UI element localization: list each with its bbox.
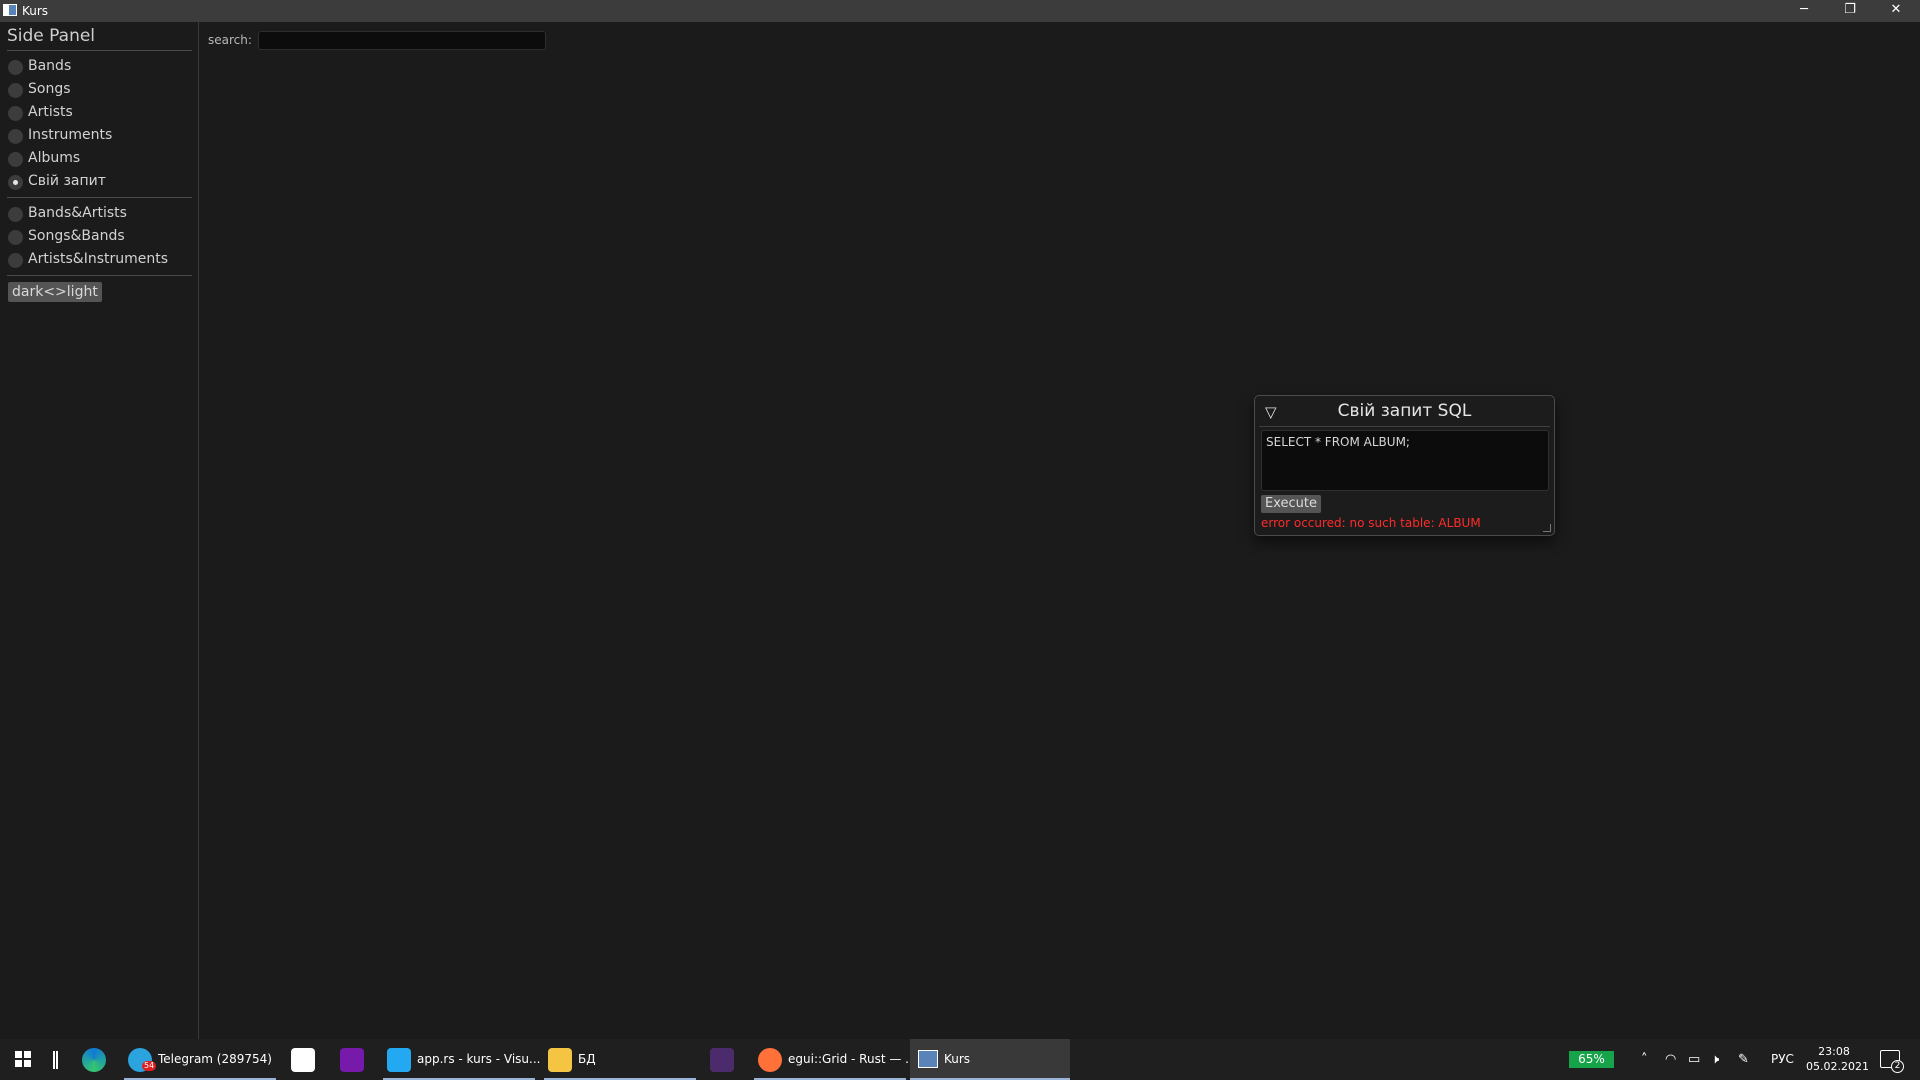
restore-button[interactable]: ❐ bbox=[1827, 0, 1873, 22]
divider bbox=[7, 197, 192, 198]
radio-label: Instruments bbox=[28, 127, 113, 143]
volume-icon[interactable]: 🕨 bbox=[1711, 1052, 1719, 1067]
radio-circle[interactable] bbox=[8, 83, 23, 98]
taskbar-app-kurs[interactable]: Kurs bbox=[910, 1039, 1070, 1080]
search-input[interactable] bbox=[258, 31, 546, 50]
battery-percentage[interactable]: 65% bbox=[1569, 1051, 1614, 1068]
radio-circle[interactable] bbox=[8, 207, 23, 222]
error-message: error occured: no such table: ALBUM bbox=[1261, 516, 1481, 530]
firefox-icon bbox=[758, 1048, 782, 1072]
taskbar-app-firefox[interactable]: egui::Grid - Rust — ... bbox=[754, 1039, 917, 1080]
search-label: search: bbox=[208, 33, 252, 47]
app-window-icon bbox=[3, 4, 17, 16]
battery-icon[interactable]: ▭ bbox=[1688, 1052, 1700, 1067]
l-app-icon bbox=[291, 1048, 315, 1072]
radio-label: Artists bbox=[28, 104, 73, 120]
vscode-icon bbox=[387, 1048, 411, 1072]
radio-circle[interactable] bbox=[8, 106, 23, 121]
taskbar-app-label: Telegram (289754) bbox=[158, 1052, 272, 1066]
radio-label: Albums bbox=[28, 150, 81, 166]
taskbar-app-label: egui::Grid - Rust — ... bbox=[788, 1052, 917, 1066]
window-titlebar: Kurs ─ ❐ ✕ bbox=[0, 0, 1920, 22]
clock-time: 23:08 bbox=[1818, 1045, 1850, 1058]
pen-icon[interactable]: ✎ bbox=[1738, 1052, 1749, 1067]
clock-date: 05.02.2021 bbox=[1806, 1060, 1869, 1073]
radio-label: Songs&Bands bbox=[28, 228, 125, 244]
notification-count: 2 bbox=[1891, 1060, 1904, 1073]
taskbar-app-label: Kurs bbox=[944, 1052, 971, 1066]
taskbar: 54 Telegram (289754) app.rs - kurs - Vis… bbox=[0, 1039, 1920, 1080]
side-panel: Side Panel Bands Songs Artists Instrumen… bbox=[0, 22, 199, 1039]
radio-circle[interactable] bbox=[8, 60, 23, 75]
edge-icon[interactable] bbox=[82, 1048, 106, 1072]
custom-query-window: ▽ Свій запит SQL SELECT * FROM ALBUM; Ex… bbox=[1254, 395, 1555, 536]
radio-circle[interactable] bbox=[8, 152, 23, 167]
execute-button[interactable]: Execute bbox=[1261, 495, 1321, 513]
system-clock[interactable]: 23:08 05.02.2021 bbox=[1806, 1044, 1869, 1074]
taskbar-app-telegram[interactable]: 54 Telegram (289754) bbox=[124, 1039, 276, 1080]
query-window-title[interactable]: Свій запит SQL bbox=[1255, 401, 1554, 421]
theme-toggle-button[interactable]: dark<>light bbox=[8, 282, 102, 302]
taskbar-app-vscode[interactable]: app.rs - kurs - Visu... bbox=[383, 1039, 540, 1080]
task-view-icon[interactable] bbox=[53, 1051, 58, 1069]
wifi-icon[interactable]: ◠ bbox=[1665, 1052, 1676, 1067]
taskbar-app-onenote[interactable] bbox=[336, 1039, 372, 1080]
divider bbox=[1259, 426, 1550, 427]
taskbar-app-label: БД bbox=[578, 1052, 596, 1066]
side-panel-title: Side Panel bbox=[7, 26, 96, 46]
radio-circle[interactable] bbox=[8, 253, 23, 268]
radio-label: Artists&Instruments bbox=[28, 251, 169, 267]
show-hidden-icons-chevron-icon[interactable]: ˄ bbox=[1641, 1052, 1648, 1067]
windows-start-icon[interactable] bbox=[15, 1051, 31, 1067]
minimize-button[interactable]: ─ bbox=[1781, 0, 1827, 22]
book-app-icon bbox=[710, 1048, 734, 1072]
radio-label: Bands bbox=[28, 58, 72, 74]
radio-circle-checked[interactable] bbox=[8, 175, 23, 190]
language-indicator[interactable]: РУС bbox=[1771, 1052, 1794, 1066]
taskbar-app-book[interactable] bbox=[706, 1039, 742, 1080]
radio-label: Songs bbox=[28, 81, 71, 97]
divider bbox=[7, 50, 192, 51]
kurs-app-icon bbox=[918, 1050, 938, 1068]
divider bbox=[7, 275, 192, 276]
close-button[interactable]: ✕ bbox=[1873, 0, 1919, 22]
radio-circle[interactable] bbox=[8, 129, 23, 144]
unread-badge: 54 bbox=[142, 1061, 157, 1071]
window-title: Kurs bbox=[22, 4, 49, 18]
taskbar-app-l[interactable] bbox=[287, 1039, 323, 1080]
folder-icon bbox=[548, 1048, 572, 1072]
taskbar-app-explorer[interactable]: БД bbox=[544, 1039, 696, 1080]
onenote-icon bbox=[340, 1048, 364, 1072]
resize-handle-icon[interactable] bbox=[1543, 524, 1551, 532]
radio-label: Bands&Artists bbox=[28, 205, 127, 221]
taskbar-app-label: app.rs - kurs - Visu... bbox=[417, 1052, 541, 1066]
radio-label: Свій запит bbox=[28, 173, 106, 189]
sql-query-input[interactable]: SELECT * FROM ALBUM; bbox=[1261, 430, 1549, 491]
radio-circle[interactable] bbox=[8, 230, 23, 245]
